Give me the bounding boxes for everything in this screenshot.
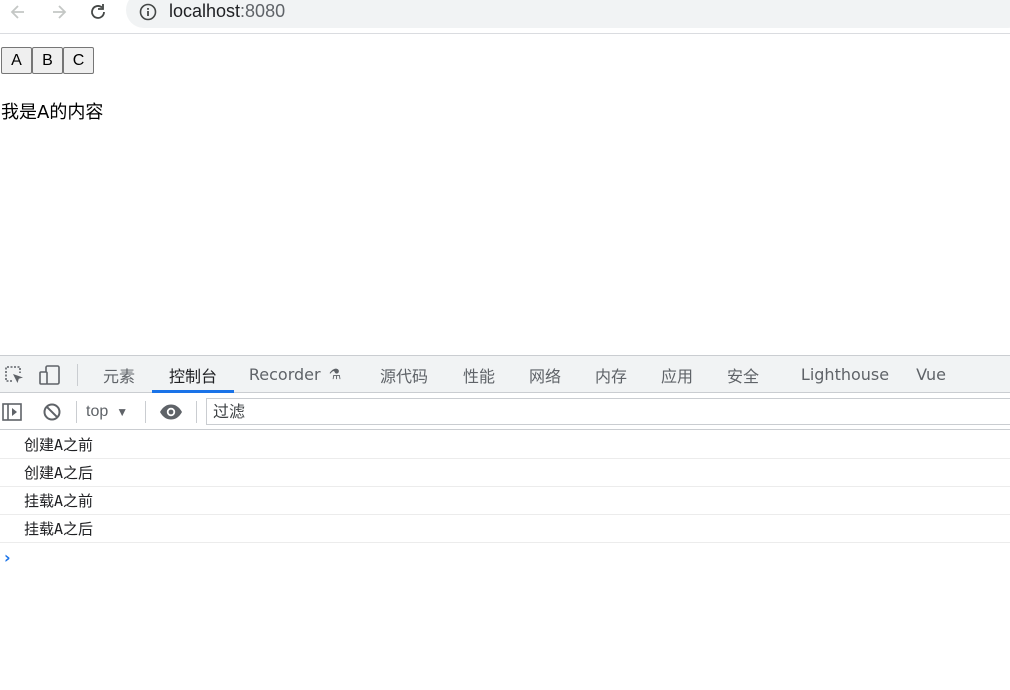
button-group: A B C [1,47,94,74]
forward-button[interactable] [47,0,71,24]
clear-console-button[interactable] [40,401,64,423]
show-sidebar-button[interactable] [0,401,24,423]
console-log-row: 挂载A之后 [0,515,1010,543]
devtools-tabbar: 元素 控制台 Recorder ⚗ 源代码 性能 网络 内存 应用 安全 Lig… [0,356,1010,393]
forward-arrow-icon [53,5,67,19]
page-content: A B C 我是A的内容 [0,35,1010,355]
button-a[interactable]: A [1,47,32,74]
toolbar-separator [145,401,146,423]
console-toolbar: top ▼ [0,394,1010,430]
tab-elements[interactable]: 元素 [101,356,137,393]
tab-application[interactable]: 应用 [659,356,695,393]
console-log-row: 创建A之后 [0,459,1010,487]
tab-vue[interactable]: Vue [916,356,946,393]
tab-recorder[interactable]: Recorder ⚗ [248,356,342,393]
clear-icon [43,403,61,421]
console-log-row: 创建A之前 [0,431,1010,459]
tab-network[interactable]: 网络 [527,356,563,393]
reload-icon [91,4,105,19]
tab-console[interactable]: 控制台 [152,356,234,393]
tab-security[interactable]: 安全 [725,356,761,393]
live-expression-button[interactable] [159,401,183,423]
context-selector-value: top [86,403,109,420]
dropdown-arrow-icon: ▼ [116,405,129,419]
back-button[interactable] [6,0,30,24]
console-messages: 创建A之前 创建A之后 挂载A之前 挂载A之后 › [0,431,1010,571]
device-toggle-icon [39,365,60,385]
context-selector[interactable]: top ▼ [86,401,128,423]
console-prompt[interactable]: › [0,543,1010,571]
reload-button[interactable] [86,0,110,24]
tab-sources[interactable]: 源代码 [379,356,429,393]
tab-lighthouse[interactable]: Lighthouse [801,356,889,393]
inspect-cursor-icon [5,366,23,383]
chevron-right-icon: › [4,547,11,567]
tabbar-separator [77,364,78,386]
filter-input[interactable] [206,398,1010,425]
flask-icon: ⚗ [328,366,342,383]
info-icon[interactable] [138,2,158,22]
button-b[interactable]: B [32,47,63,74]
device-toolbar-button[interactable] [38,364,62,386]
url-host: localhost [169,1,241,21]
url-port: :8080 [240,1,286,21]
component-content: 我是A的内容 [1,102,104,123]
eye-icon [160,404,182,420]
tab-recorder-label: Recorder [248,365,321,384]
address-bar[interactable]: localhost:8080 [126,0,1010,28]
sidebar-toggle-icon [2,403,22,421]
browser-toolbar: localhost:8080 [0,0,1010,34]
inspect-element-button[interactable] [2,364,26,386]
tab-performance[interactable]: 性能 [461,356,497,393]
toolbar-separator [76,401,77,423]
console-log-row: 挂载A之前 [0,487,1010,515]
url-text[interactable]: localhost:8080 [169,1,285,22]
toolbar-separator [196,401,197,423]
button-c[interactable]: C [63,47,94,74]
devtools-panel: 元素 控制台 Recorder ⚗ 源代码 性能 网络 内存 应用 安全 Lig… [0,355,1010,690]
back-arrow-icon [10,5,24,19]
tab-memory[interactable]: 内存 [593,356,629,393]
